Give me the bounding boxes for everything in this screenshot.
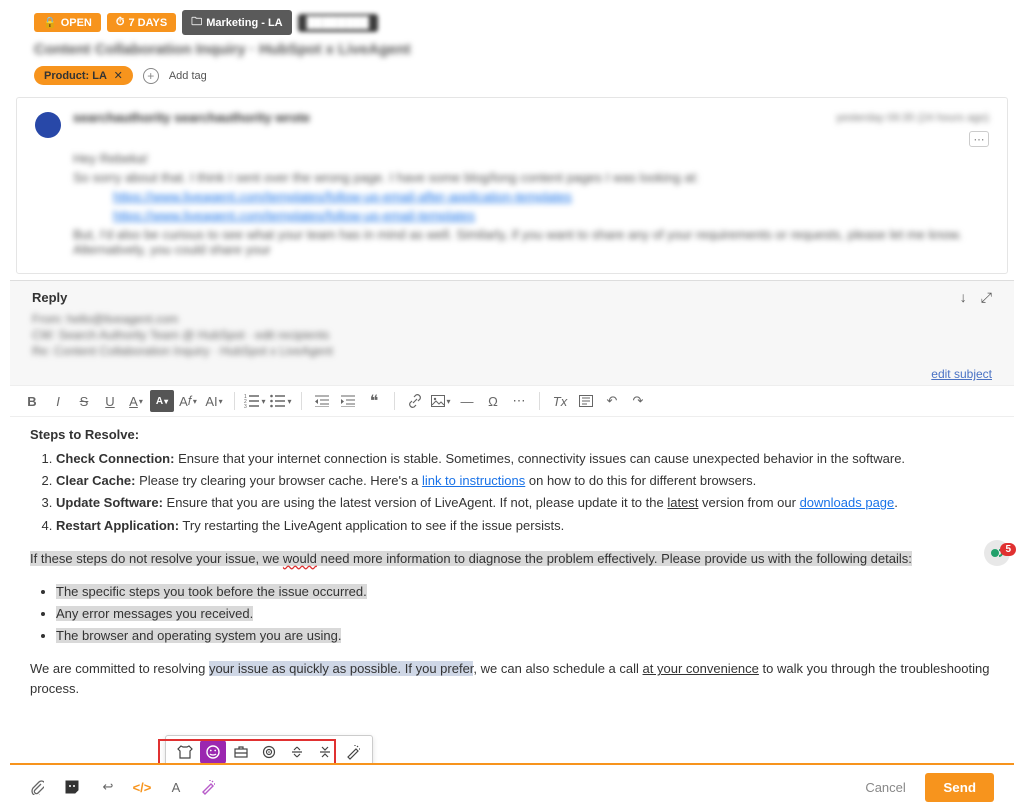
highlight-button[interactable]: A▾	[150, 390, 174, 412]
strike-button[interactable]: S	[72, 390, 96, 412]
message-greeting: Hey Rebeka!	[73, 151, 989, 166]
message-line: So sorry about that. I think I sent over…	[73, 170, 989, 185]
bold-button[interactable]: B	[20, 390, 44, 412]
link-button[interactable]	[403, 390, 427, 412]
code-button[interactable]: </>	[132, 780, 152, 795]
ai-expand-icon[interactable]	[284, 740, 310, 764]
ai-wand-icon[interactable]	[340, 740, 366, 764]
message-line: But, I'd also be curious to see what you…	[73, 227, 989, 257]
font-family-button[interactable]: A𝑓▾	[176, 390, 200, 412]
ai-collapse-icon[interactable]	[312, 740, 338, 764]
reply-heading: Reply	[32, 290, 67, 305]
status-badge-open[interactable]: 🔒 OPEN	[34, 13, 101, 32]
steps-list: Check Connection: Ensure that your inter…	[56, 449, 994, 536]
ai-wand-button[interactable]	[200, 779, 220, 795]
hr-button[interactable]: —	[455, 390, 479, 412]
lock-icon: 🔒	[43, 16, 57, 29]
more-button[interactable]: ⋯	[507, 390, 531, 412]
unordered-list-button[interactable]: ▾	[269, 390, 293, 412]
italic-button[interactable]: I	[46, 390, 70, 412]
text-color-button[interactable]: A▾	[124, 390, 148, 412]
sla-badge[interactable]: ⏱ 7 DAYS	[107, 13, 176, 32]
badge-days-label: 7 DAYS	[128, 17, 167, 29]
steps-heading: Steps to Resolve:	[30, 427, 139, 442]
message-timestamp: yesterday 09:35 (24 hours ago)	[836, 112, 989, 124]
undo-button[interactable]: ↶	[600, 390, 624, 412]
note-button[interactable]	[64, 779, 84, 795]
ticket-subject: Content Collaboration Inquiry · HubSpot …	[34, 41, 990, 58]
indent-button[interactable]	[336, 390, 360, 412]
ai-briefcase-icon[interactable]	[228, 740, 254, 764]
clear-format-button[interactable]: Tx	[548, 390, 572, 412]
attach-button[interactable]	[30, 779, 50, 795]
folder-badge[interactable]: 🗀 Marketing - LA	[182, 10, 291, 35]
svg-text:3: 3	[244, 404, 247, 408]
reply-composer: Reply ↓ ⤢ From: hello@liveagent.com CW: …	[10, 280, 1014, 810]
symbol-button[interactable]: Ω	[481, 390, 505, 412]
active-tab-indicator	[106, 763, 154, 765]
edit-subject-link[interactable]: edit subject	[931, 367, 992, 381]
editor-body[interactable]: Steps to Resolve: Check Connection: Ensu…	[10, 417, 1014, 763]
textbox-button[interactable]	[574, 390, 598, 412]
downloads-link[interactable]: downloads page	[800, 495, 895, 510]
send-button[interactable]: Send	[925, 773, 994, 802]
quote-button[interactable]: ❝	[362, 390, 386, 412]
tag-remove-icon[interactable]: ✕	[114, 70, 123, 82]
badge-folder-label: Marketing - LA	[206, 17, 282, 29]
folder-icon: 🗀	[191, 13, 202, 32]
to-line: CW: Search Authority Team @ HubSpot · ed…	[32, 328, 992, 342]
message-more-icon[interactable]: ⋯	[969, 131, 989, 147]
cancel-button[interactable]: Cancel	[865, 780, 905, 795]
hidden-badge: ████████	[298, 14, 378, 32]
message-link[interactable]: https://www.liveagent.com/templates/foll…	[113, 189, 572, 204]
font-size-button[interactable]: AI▾	[202, 390, 226, 412]
expand-icon[interactable]: ⤢	[981, 289, 992, 306]
underline-button[interactable]: U	[98, 390, 122, 412]
message-sender: searchauthority searchauthority wrote	[73, 110, 310, 125]
outdent-button[interactable]	[310, 390, 334, 412]
add-tag-label: Add tag	[169, 70, 207, 82]
text-toggle-button[interactable]: A	[166, 780, 186, 795]
tag-chip-label: Product: LA	[44, 70, 107, 82]
message-link[interactable]: https://www.liveagent.com/templates/foll…	[113, 208, 475, 223]
tag-chip-product[interactable]: Product: LA ✕	[34, 66, 133, 85]
collapse-down-icon[interactable]: ↓	[960, 289, 967, 306]
badge-open-label: OPEN	[61, 17, 92, 29]
clock-icon: ⏱	[116, 16, 125, 29]
ticket-header: 🔒 OPEN ⏱ 7 DAYS 🗀 Marketing - LA ███████…	[0, 0, 1024, 97]
message-card: searchauthority searchauthority wrote ye…	[16, 97, 1008, 274]
image-button[interactable]: ▾	[429, 390, 453, 412]
editor-toolbar: B I S U A▾ A▾ A𝑓▾ AI▾ 123▾ ▾ ❝ ▾ — Ω ⋯	[10, 385, 1014, 417]
ordered-list-button[interactable]: 123▾	[243, 390, 267, 412]
reply-arrow-button[interactable]: ↩	[98, 779, 118, 795]
notification-count[interactable]: 5	[1000, 543, 1016, 556]
subject-line: Re: Content Collaboration Inquiry · HubS…	[32, 344, 992, 358]
ai-shirt-icon[interactable]	[172, 740, 198, 764]
ai-target-icon[interactable]	[256, 740, 282, 764]
redo-button[interactable]: ↷	[626, 390, 650, 412]
add-tag-button[interactable]: +	[143, 68, 159, 84]
details-list: The specific steps you took before the i…	[56, 582, 994, 646]
composer-footer: ↩ </> A Cancel Send	[10, 763, 1014, 810]
sender-avatar	[35, 112, 61, 138]
instructions-link[interactable]: link to instructions	[422, 473, 525, 488]
from-line: From: hello@liveagent.com	[32, 312, 992, 326]
ai-smile-icon[interactable]	[200, 740, 226, 764]
